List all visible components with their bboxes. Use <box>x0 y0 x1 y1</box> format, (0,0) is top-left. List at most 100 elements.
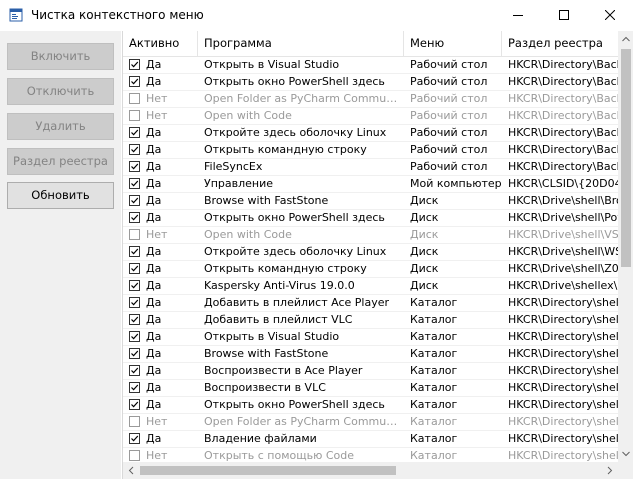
active-checkbox[interactable] <box>129 296 140 308</box>
check-icon <box>131 248 139 254</box>
horizontal-scroll-thumb[interactable] <box>140 466 396 475</box>
registry-key-cell: HKCR\Directory\Backg <box>508 58 622 71</box>
table-row[interactable]: Да Откройте здесь оболочку Linux Диск HKCR\… <box>123 243 622 261</box>
menu-cell: Диск <box>410 262 439 275</box>
table-row[interactable]: Нет Open Folder as PyCharm Community ... К… <box>123 413 622 431</box>
registry-key-cell: HKCR\Directory\shell\ <box>508 432 622 445</box>
program-cell: Открыть командную строку <box>204 143 367 156</box>
delete-button[interactable]: Удалить <box>7 113 114 140</box>
maximize-button[interactable] <box>541 0 587 31</box>
menu-cell: Каталог <box>410 415 458 428</box>
active-checkbox[interactable] <box>129 58 140 70</box>
active-checkbox[interactable] <box>129 126 140 138</box>
table-row[interactable]: Да Открыть командную строку Рабочий стол HK… <box>123 141 622 159</box>
check-icon <box>131 435 139 441</box>
active-checkbox[interactable] <box>129 415 140 427</box>
active-checkbox[interactable] <box>129 347 140 359</box>
menu-cell: Каталог <box>410 381 458 394</box>
active-checkbox[interactable] <box>129 75 140 87</box>
table-row[interactable]: Да Откройте здесь оболочку Linux Рабочий с… <box>123 124 622 142</box>
program-cell: Open Folder as PyCharm Community ... <box>204 415 404 428</box>
active-checkbox[interactable] <box>129 262 140 274</box>
table-row[interactable]: Да FileSyncEx Рабочий стол HKCR\Directory\B… <box>123 158 622 176</box>
active-status: Нет <box>146 92 168 105</box>
registry-key-cell: HKCR\Directory\shell\ <box>508 313 622 326</box>
scroll-down-icon[interactable] <box>618 445 633 462</box>
scroll-up-icon[interactable] <box>618 31 633 48</box>
table-row[interactable]: Да Открыть окно PowerShell здесь Диск HKCR\… <box>123 209 622 227</box>
program-cell: Управление <box>204 177 274 190</box>
registry-key-button[interactable]: Раздел реестра <box>7 148 114 175</box>
program-cell: Добавить в плейлист Ace Player <box>204 296 389 309</box>
table-row[interactable]: Нет Open with Code Диск HKCR\Drive\shell\VS… <box>123 226 622 244</box>
active-checkbox[interactable] <box>129 228 140 240</box>
active-checkbox[interactable] <box>129 381 140 393</box>
table-row[interactable]: Да Владение файлами Каталог HKCR\Directory\… <box>123 430 622 448</box>
table-row[interactable]: Нет Open with Code Рабочий стол HKCR\Direct… <box>123 107 622 125</box>
close-icon <box>604 9 616 21</box>
check-icon <box>131 333 139 339</box>
menu-cell: Рабочий стол <box>410 75 488 88</box>
table-row[interactable]: Да Kaspersky Anti-Virus 19.0.0 Диск HKCR\Dr… <box>123 277 622 295</box>
active-checkbox[interactable] <box>129 160 140 172</box>
table-row[interactable]: Да Открыть командную строку Диск HKCR\Drive… <box>123 260 622 278</box>
column-header-registry-key[interactable]: Раздел реестра <box>502 31 622 56</box>
active-checkbox[interactable] <box>129 279 140 291</box>
enable-button[interactable]: Включить <box>7 43 114 70</box>
active-checkbox[interactable] <box>129 432 140 444</box>
refresh-button[interactable]: Обновить <box>7 182 114 209</box>
program-cell: Open with Code <box>204 228 292 241</box>
active-checkbox[interactable] <box>129 92 140 104</box>
menu-cell: Диск <box>410 194 439 207</box>
vertical-scroll-thumb[interactable] <box>621 49 631 267</box>
table-row[interactable]: Да Воспроизвести в VLC Каталог HKCR\Directo… <box>123 379 622 397</box>
active-status: Да <box>146 279 162 292</box>
program-cell: Browse with FastStone <box>204 194 329 207</box>
table-row[interactable]: Да Открыть окно PowerShell здесь Каталог HK… <box>123 396 622 414</box>
active-status: Да <box>146 262 162 275</box>
active-cell: Нет <box>123 107 198 124</box>
table-row[interactable]: Нет Open Folder as PyCharm Community ... Р… <box>123 90 622 108</box>
horizontal-scrollbar[interactable] <box>123 462 618 479</box>
check-icon <box>131 180 139 186</box>
vertical-scrollbar[interactable] <box>618 31 633 479</box>
table-row[interactable]: Да Управление Мой компьютер HKCR\CLSID\{20D… <box>123 175 622 193</box>
active-checkbox[interactable] <box>129 313 140 325</box>
active-cell: Нет <box>123 90 198 107</box>
close-button[interactable] <box>587 0 633 31</box>
program-cell: Open with Code <box>204 109 292 122</box>
registry-key-cell: HKCR\Directory\Backg <box>508 143 622 156</box>
table-row[interactable]: Да Открыть окно PowerShell здесь Рабочий с… <box>123 73 622 91</box>
menu-cell: Каталог <box>410 432 458 445</box>
table-row[interactable]: Да Browse with FastStone Диск HKCR\Drive\sh… <box>123 192 622 210</box>
disable-button[interactable]: Отключить <box>7 78 114 105</box>
active-status: Да <box>146 296 162 309</box>
table-row[interactable]: Да Открыть в Visual Studio Рабочий стол HKC… <box>123 56 622 74</box>
table-row[interactable]: Да Browse with FastStone Каталог HKCR\Direc… <box>123 345 622 363</box>
active-checkbox[interactable] <box>129 211 140 223</box>
check-icon <box>131 367 139 373</box>
registry-key-cell: HKCR\Directory\shell\ <box>508 381 622 394</box>
column-header-menu[interactable]: Меню <box>404 31 502 56</box>
registry-key-cell: HKCR\Directory\Backg <box>508 75 622 88</box>
active-checkbox[interactable] <box>129 398 140 410</box>
active-checkbox[interactable] <box>129 364 140 376</box>
scroll-left-icon[interactable] <box>123 462 139 479</box>
table-row[interactable]: Да Открыть в Visual Studio Каталог HKCR\Dir… <box>123 328 622 346</box>
table-row[interactable]: Да Добавить в плейлист VLC Каталог HKCR\Dir… <box>123 311 622 329</box>
table-row[interactable]: Да Добавить в плейлист Ace Player Каталог H… <box>123 294 622 312</box>
active-checkbox[interactable] <box>129 143 140 155</box>
active-cell: Да <box>123 430 198 447</box>
active-checkbox[interactable] <box>129 109 140 121</box>
minimize-button[interactable] <box>495 0 541 31</box>
active-checkbox[interactable] <box>129 330 140 342</box>
column-header-active[interactable]: Активно <box>123 31 198 56</box>
active-checkbox[interactable] <box>129 245 140 257</box>
active-checkbox[interactable] <box>129 194 140 206</box>
active-checkbox[interactable] <box>129 177 140 189</box>
scroll-right-icon[interactable] <box>602 462 618 479</box>
active-checkbox[interactable] <box>129 449 140 461</box>
check-icon <box>131 214 139 220</box>
column-header-program[interactable]: Программа <box>198 31 404 56</box>
table-row[interactable]: Да Воспроизвести в Ace Player Каталог HKCR\… <box>123 362 622 380</box>
